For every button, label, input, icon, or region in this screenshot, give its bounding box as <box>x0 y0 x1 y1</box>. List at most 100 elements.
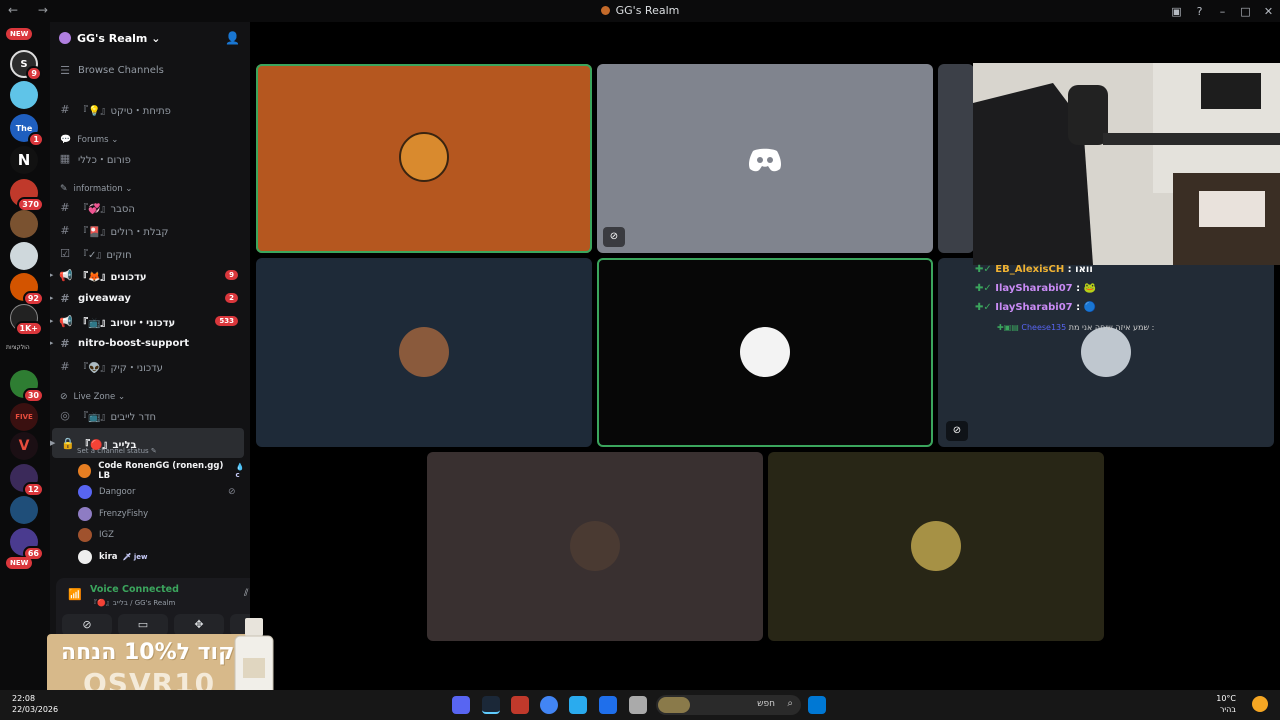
avatar <box>1081 327 1131 377</box>
discord-logo-icon <box>749 148 781 172</box>
browse-channels[interactable]: ☰ Browse Channels <box>50 60 250 80</box>
video-tile-user-3[interactable] <box>256 258 592 447</box>
new-badge-bottom: NEW <box>6 557 33 569</box>
server-icon-16[interactable]: 66 <box>10 528 44 561</box>
server-icon-12[interactable]: FIVE <box>10 403 38 431</box>
channel-live-room[interactable]: ◎ 『📺』חדר לייבים <box>50 405 250 425</box>
guild-icon <box>59 32 71 44</box>
windows-start-icon[interactable] <box>808 696 826 714</box>
telegram-taskbar-icon[interactable] <box>569 696 587 714</box>
voice-member[interactable]: IGZ <box>78 525 114 545</box>
apps-grid-taskbar-icon[interactable] <box>599 696 617 714</box>
hash-icon: # <box>60 102 70 116</box>
video-tile-user-1[interactable] <box>256 64 592 253</box>
maximize-button[interactable]: □ <box>1234 5 1257 18</box>
noise-suppression-icon[interactable]: ⫽ <box>244 588 248 599</box>
unread-arrow-icon: ▶ <box>50 271 54 279</box>
taskbar-search[interactable]: חפש ⌕ <box>656 695 801 715</box>
server-icon-6[interactable] <box>10 210 38 238</box>
unread-arrow-icon: ▶ <box>50 294 54 302</box>
channel-updates[interactable]: ▶ 📢 『🦊』עדכונים 9 <box>50 265 250 285</box>
voice-member[interactable]: Code RonenGG (ronen.gg) LB 💧 c <box>78 461 250 481</box>
window-title: GG's Realm <box>0 4 1280 17</box>
badge-icon: ✚✓ <box>975 283 996 294</box>
category-live-zone[interactable]: ⊘ Live Zone ⌄ <box>60 392 125 402</box>
chat-icon: 💬 <box>60 135 72 145</box>
guild-header[interactable]: GG's Realm ⌄ 👤 <box>50 22 250 54</box>
server-icon-2[interactable] <box>10 81 38 109</box>
avatar <box>78 528 92 542</box>
server-icon-13[interactable]: V <box>10 432 38 460</box>
server-icon-7[interactable] <box>10 242 38 270</box>
weather-sun-icon <box>1252 696 1268 712</box>
channel-roles[interactable]: # 『🎴』קבלת・רולים <box>50 220 250 240</box>
channel-kick[interactable]: # 『👽』עדכוני・קיק <box>50 356 250 376</box>
minimize-button[interactable]: – <box>1211 5 1234 18</box>
video-tile-user-2[interactable]: ⊘ <box>597 64 933 253</box>
camera-off-icon: ⊘ <box>946 421 968 441</box>
app-taskbar-icon[interactable] <box>511 696 529 714</box>
forum-icon: ▦ <box>59 151 71 165</box>
voice-status[interactable]: Voice Connected <box>90 584 179 595</box>
voice-channel-path[interactable]: 『🔴』בלייב / GG's Realm <box>90 598 175 608</box>
category-forums[interactable]: 💬 Forums ⌄ <box>60 135 118 145</box>
channel-explain[interactable]: # 『💞』הסבר <box>50 197 250 217</box>
server-icon-s[interactable]: S9 <box>10 50 42 81</box>
task-view-icon[interactable] <box>629 696 647 714</box>
lock-icon: 🔒 <box>61 436 75 450</box>
unread-arrow-icon: ▶ <box>50 317 54 325</box>
unread-arrow-icon: ▶ <box>50 339 54 347</box>
avatar <box>78 550 92 564</box>
chat-message: ✚✓ IlaySharabi07 : 🐸 <box>975 283 1097 294</box>
help-icon[interactable]: ? <box>1188 5 1211 18</box>
list-icon: ☰ <box>60 63 70 77</box>
channel-rules[interactable]: ☑ 『✓』חוקים <box>50 243 250 263</box>
server-icon-5[interactable]: 370 <box>10 179 44 212</box>
hash-icon: # <box>60 223 70 237</box>
weather-widget[interactable]: 10°C בהיר <box>1216 693 1236 715</box>
voice-member[interactable]: Dangoor ⊘ <box>78 482 236 502</box>
megaphone-icon: 📢 <box>59 314 73 328</box>
server-icon-n[interactable]: N <box>10 146 38 174</box>
video-tile-user-7[interactable] <box>768 452 1104 641</box>
server-icon-8[interactable]: 92 <box>10 273 44 306</box>
server-icon-9[interactable]: 1K+ <box>10 304 43 336</box>
video-tile-user-4[interactable] <box>597 258 933 447</box>
close-button[interactable]: ✕ <box>1257 5 1280 18</box>
channel-sidebar: GG's Realm ⌄ 👤 ☰ Browse Channels # 『💡』פתיח… <box>50 22 250 690</box>
channel-forum-general[interactable]: ▦ פורום・כללי <box>50 148 250 168</box>
hash-icon: # <box>60 336 70 350</box>
video-tile-user-6[interactable] <box>427 452 763 641</box>
channel-nitro[interactable]: ▶ # nitro-boost-support <box>50 333 250 353</box>
invite-icon[interactable]: 👤 <box>225 31 240 45</box>
server-icon-the-age[interactable]: The 1 <box>10 114 44 147</box>
voice-member[interactable]: kira 🗡 jew <box>78 547 147 567</box>
channel-giveaway[interactable]: ▶ # giveaway 2 <box>50 288 250 308</box>
server-icon-15[interactable] <box>10 496 38 524</box>
megaphone-icon: 📢 <box>59 268 73 282</box>
mic-muted-icon: ⊘ <box>603 227 625 247</box>
chrome-taskbar-icon[interactable] <box>540 696 558 714</box>
system-clock[interactable]: 22:08 22/03/2026 <box>12 693 58 715</box>
server-icon-11[interactable]: 30 <box>10 370 44 403</box>
avatar <box>740 327 790 377</box>
category-information[interactable]: ✎ information ⌄ <box>60 184 132 194</box>
title-bar: ← → GG's Realm ▣ ? – □ ✕ <box>0 0 1280 22</box>
webcam-overlay <box>973 63 1280 265</box>
channel-ticket[interactable]: # 『💡』פתיחת・טיקט <box>50 99 250 119</box>
steam-taskbar-icon[interactable] <box>482 696 500 714</box>
discord-taskbar-icon[interactable] <box>452 696 470 714</box>
channel-status-hint[interactable]: Set a channel status ✎ <box>77 447 157 455</box>
unread-arrow-icon: ▶ <box>50 439 56 447</box>
badge-icon: ✚▣▤ <box>997 323 1022 332</box>
chat-message: ✚✓ EB_AlexisCH : וואו <box>975 264 1093 275</box>
channel-youtube[interactable]: ▶ 📢 『📺』עדכוני・יוטיוב 533 <box>50 311 250 331</box>
inbox-icon[interactable]: ▣ <box>1165 5 1188 18</box>
avatar <box>78 507 92 521</box>
server-icon-14[interactable]: 12 <box>10 464 44 497</box>
voice-member[interactable]: FrenzyFishy <box>78 504 148 524</box>
signal-icon: 📶 <box>68 588 82 601</box>
video-tile-partial[interactable] <box>938 64 974 253</box>
avatar <box>399 132 449 182</box>
avatar <box>399 327 449 377</box>
